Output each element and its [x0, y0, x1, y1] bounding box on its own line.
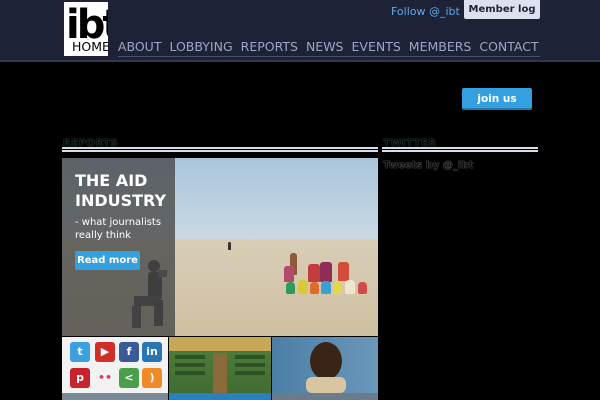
hero-scene-person	[284, 266, 294, 282]
nav-home[interactable]: HOME	[72, 38, 110, 56]
hero-scene-person	[308, 264, 320, 282]
twitter-icon[interactable]: t	[70, 342, 90, 362]
parliament-image	[169, 337, 271, 393]
water-container	[358, 282, 367, 294]
social-media-tile[interactable]: t ▶ f in p •• < )	[62, 337, 168, 400]
hero-title: THE AID INDUSTRY	[75, 171, 167, 210]
rss-icon[interactable]: )	[142, 368, 162, 388]
twitter-rule	[382, 147, 538, 152]
tile-caption-bar	[272, 393, 378, 400]
water-container	[345, 280, 355, 294]
water-container	[310, 282, 319, 294]
nav-lobbying[interactable]: LOBBYING	[169, 38, 232, 56]
follow-twitter-link[interactable]: Follow @_ibt	[391, 5, 460, 18]
hero-scene-person	[338, 262, 349, 281]
linkedin-icon[interactable]: in	[142, 342, 162, 362]
nav-contact[interactable]: CONTACT	[479, 38, 538, 56]
youtube-icon[interactable]: ▶	[95, 342, 115, 362]
reports-rule	[62, 147, 378, 152]
read-more-button[interactable]: Read more	[75, 251, 140, 270]
member-login-button[interactable]: Member log in	[464, 0, 540, 34]
nav-members[interactable]: MEMBERS	[409, 38, 472, 56]
tile-caption-bar	[169, 393, 271, 400]
join-us-button[interactable]: join us	[462, 88, 532, 110]
tile-caption-bar	[62, 393, 168, 400]
nav-events[interactable]: EVENTS	[352, 38, 401, 56]
portrait-tile[interactable]	[272, 337, 378, 400]
nav-about[interactable]: ABOUT	[118, 38, 162, 56]
water-container	[321, 281, 331, 294]
hero-scene-person	[228, 242, 231, 250]
pinterest-icon[interactable]: p	[70, 368, 90, 388]
water-container	[286, 282, 295, 294]
aid-industry-hero[interactable]: THE AID INDUSTRY - what journalists real…	[62, 158, 378, 336]
hero-subtitle: - what journalists really think	[75, 217, 162, 241]
share-icon[interactable]: <	[119, 368, 139, 388]
portrait-image	[306, 342, 346, 393]
header-divider	[0, 60, 600, 62]
nav-underline	[118, 56, 540, 57]
parliament-tile[interactable]	[169, 337, 271, 400]
water-container	[298, 280, 308, 294]
main-nav: HOME ABOUT LOBBYING REPORTS NEWS EVENTS …	[72, 38, 547, 56]
facebook-icon[interactable]: f	[119, 342, 139, 362]
hero-scene-person	[320, 262, 332, 282]
nav-reports[interactable]: REPORTS	[241, 38, 298, 56]
flickr-icon[interactable]: ••	[95, 368, 115, 388]
tweets-by-link[interactable]: Tweets by @_ibt	[383, 160, 473, 171]
water-container	[333, 282, 342, 294]
hero-overlay: THE AID INDUSTRY - what journalists real…	[62, 158, 175, 336]
nav-news[interactable]: NEWS	[306, 38, 344, 56]
